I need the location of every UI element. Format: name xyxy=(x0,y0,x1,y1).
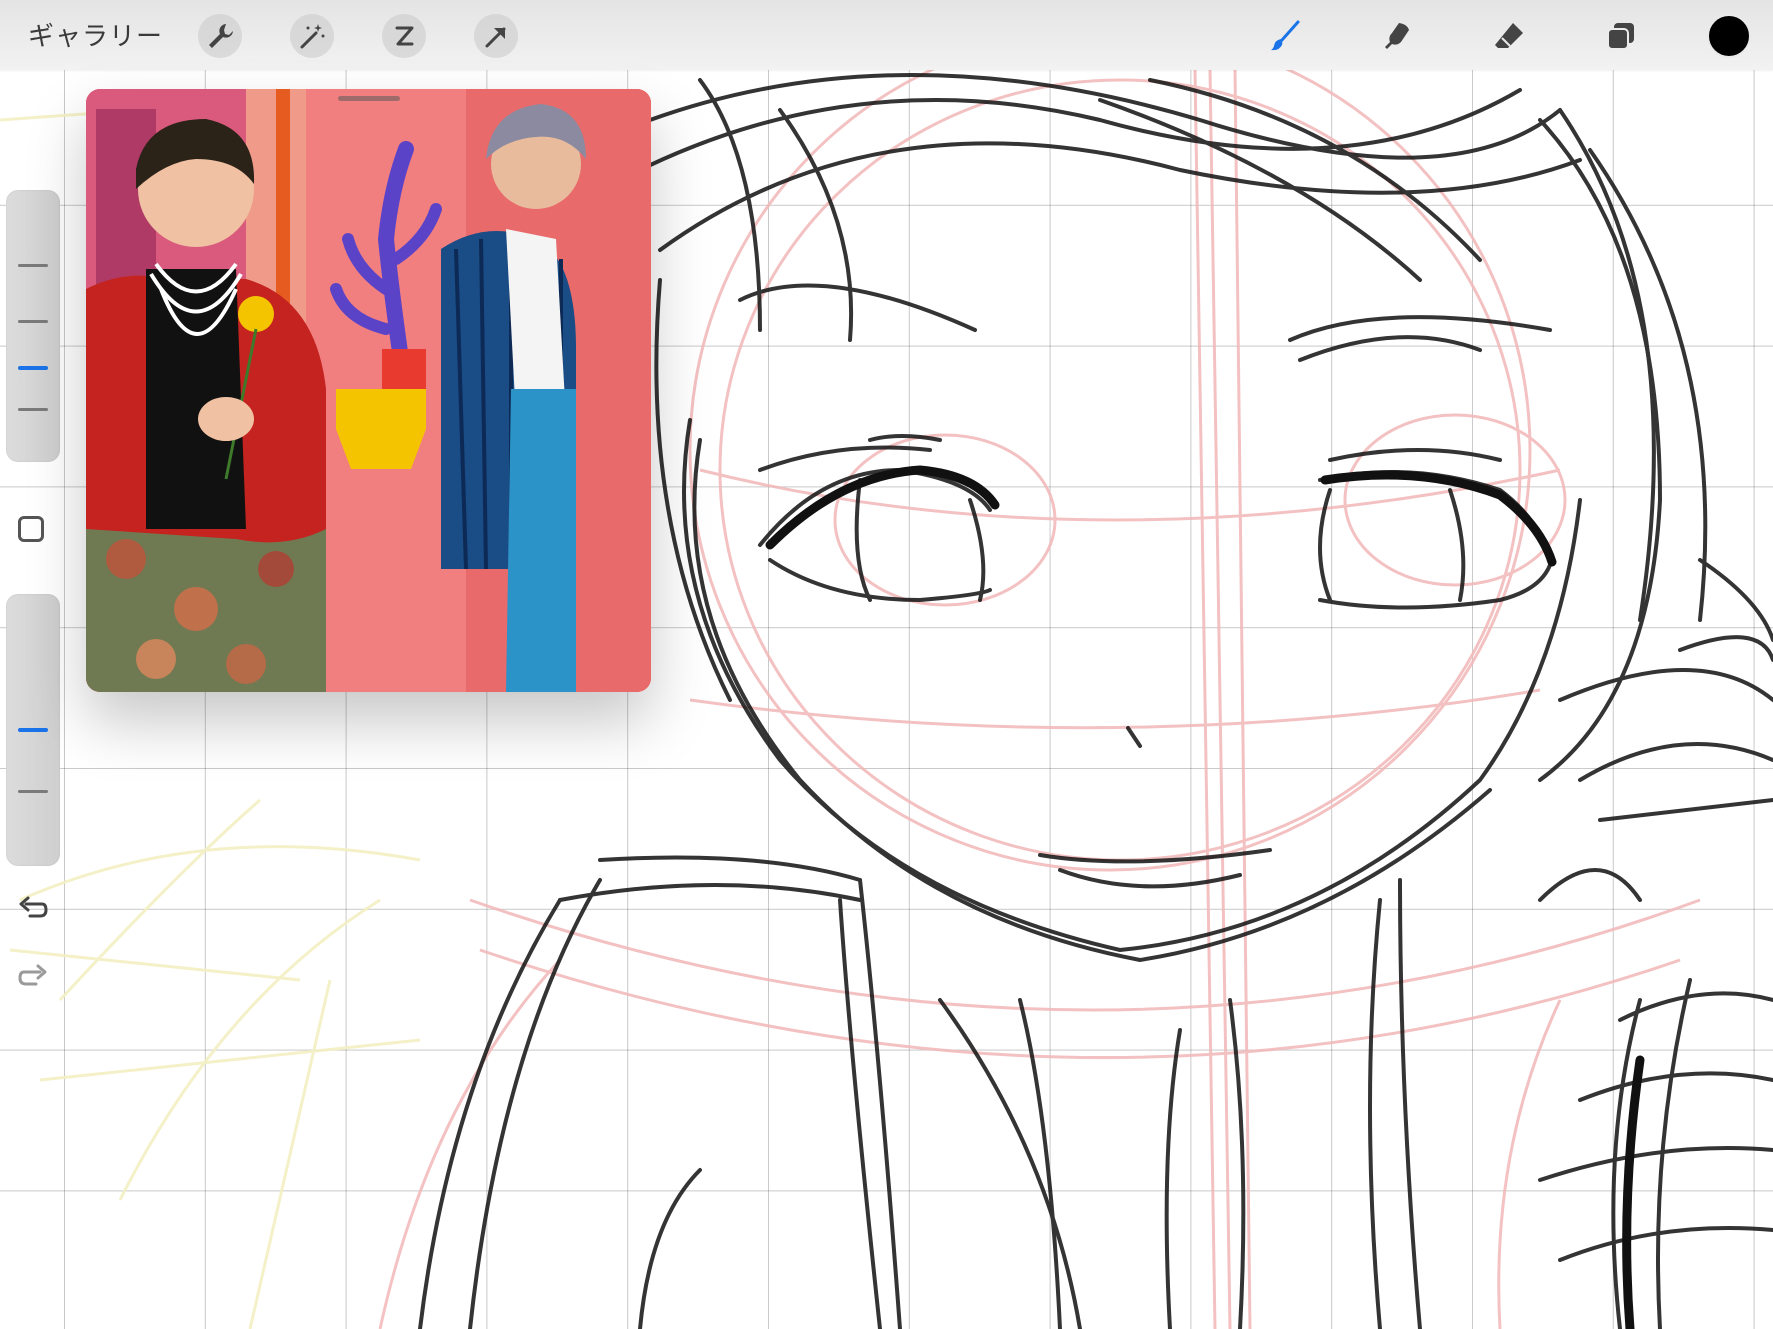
selection-button[interactable] xyxy=(382,14,426,58)
opacity-thumb[interactable] xyxy=(18,728,48,732)
modify-square-icon[interactable] xyxy=(18,516,44,542)
eraser-icon xyxy=(1495,23,1523,48)
left-sidebar xyxy=(0,190,66,1010)
smudge-icon xyxy=(1385,23,1409,49)
actions-wrench-button[interactable] xyxy=(198,14,242,58)
wrench-icon xyxy=(209,24,233,48)
reference-photo xyxy=(86,89,651,692)
brush-button[interactable] xyxy=(1263,14,1307,58)
smudge-button[interactable] xyxy=(1375,14,1419,58)
magic-wand-icon xyxy=(300,24,325,49)
layers-icon xyxy=(1607,23,1634,50)
reference-window[interactable] xyxy=(86,89,651,692)
opacity-slider[interactable] xyxy=(6,594,60,866)
slider-tick xyxy=(18,408,48,411)
adjustments-button[interactable] xyxy=(290,14,334,58)
top-toolbar: ギャラリー xyxy=(0,0,1773,70)
layers-button[interactable] xyxy=(1599,14,1643,58)
selection-icon xyxy=(395,26,414,46)
brush-size-slider[interactable] xyxy=(6,190,60,462)
color-picker-button[interactable] xyxy=(1707,14,1751,58)
brush-size-thumb[interactable] xyxy=(18,366,48,370)
slider-tick xyxy=(18,320,48,323)
undo-icon[interactable] xyxy=(16,890,50,924)
redo-icon[interactable] xyxy=(16,958,50,992)
transform-button[interactable] xyxy=(474,14,518,58)
slider-tick xyxy=(18,264,48,267)
gallery-button[interactable]: ギャラリー xyxy=(28,16,163,53)
transform-arrow-icon xyxy=(485,27,506,48)
reference-drag-handle[interactable] xyxy=(338,96,400,101)
brush-icon xyxy=(1271,20,1300,51)
slider-tick xyxy=(18,790,48,793)
eraser-button[interactable] xyxy=(1487,14,1531,58)
